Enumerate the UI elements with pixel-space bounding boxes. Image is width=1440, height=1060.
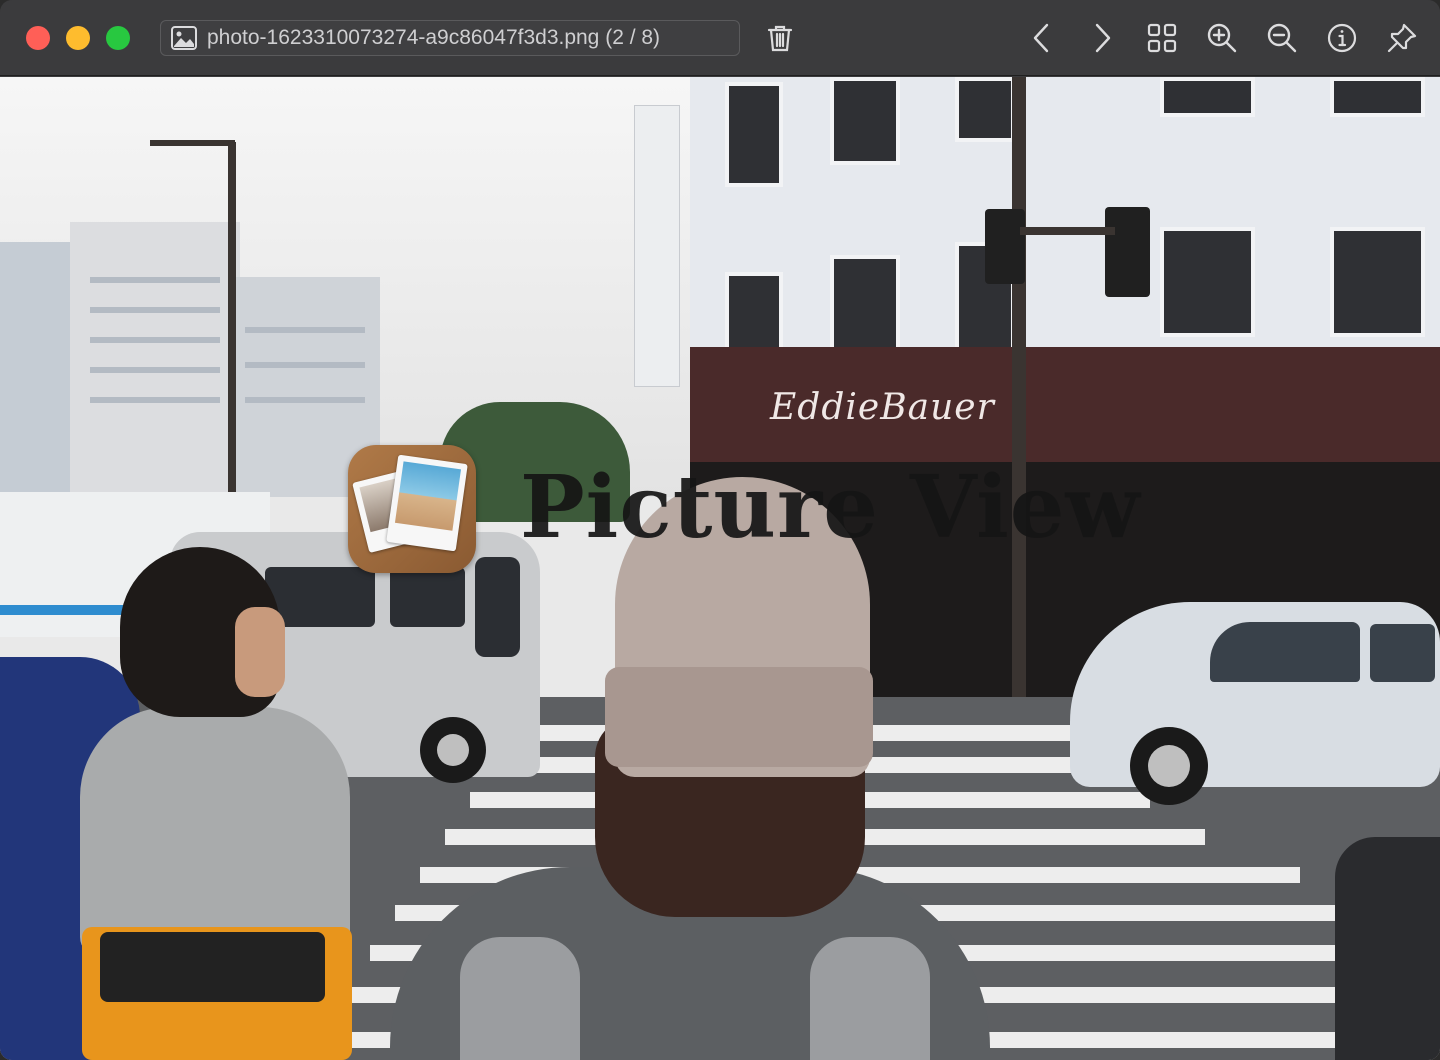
photo-canvas[interactable]: EddieBauer Picture View (0, 77, 1440, 1060)
traffic-pole (1012, 77, 1026, 707)
building-window (1160, 227, 1255, 337)
delete-button[interactable] (760, 20, 800, 56)
building-window (245, 327, 365, 333)
building-window (90, 307, 220, 313)
info-icon (1327, 23, 1357, 53)
building-window (245, 397, 365, 403)
filename-label: photo-1623310073274-a9c86047f3d3.png (2 … (207, 26, 661, 49)
thumbnail-grid-button[interactable] (1142, 20, 1182, 56)
van-window (390, 567, 465, 627)
building-window (830, 77, 900, 165)
white-car (1070, 602, 1440, 787)
traffic-light (985, 209, 1025, 284)
zoom-out-button[interactable] (1262, 20, 1302, 56)
previous-image-button[interactable] (1022, 20, 1062, 56)
car-hub (1148, 745, 1190, 787)
trash-icon (767, 25, 793, 52)
car-window (1210, 622, 1360, 682)
traffic-light (1105, 207, 1150, 297)
chevron-left-icon (1033, 23, 1049, 53)
minimize-window-button[interactable] (66, 26, 90, 50)
van-hub (437, 734, 469, 766)
black-car (1335, 837, 1440, 1060)
building-window (90, 367, 220, 373)
street-lamp (150, 140, 235, 146)
building-window (1330, 227, 1425, 337)
store-sign: EddieBauer (770, 387, 995, 428)
zoom-in-icon (1207, 23, 1237, 53)
building-window (90, 337, 220, 343)
next-image-button[interactable] (1082, 20, 1122, 56)
chevron-right-icon (1095, 23, 1111, 53)
app-title-overlay: Picture View (520, 457, 1141, 558)
building-window (90, 277, 220, 283)
building-window (1160, 77, 1255, 117)
app-logo-icon (348, 445, 476, 573)
black-scarf (100, 932, 325, 1002)
backpack-strap (460, 937, 580, 1060)
grid-icon (1147, 23, 1177, 53)
building-window (955, 77, 1015, 142)
info-button[interactable] (1322, 20, 1362, 56)
viewer-window: photo-1623310073274-a9c86047f3d3.png (2 … (0, 0, 1440, 1060)
zoom-in-button[interactable] (1202, 20, 1242, 56)
van-window (475, 557, 520, 657)
person-grey-hoodie (80, 707, 350, 957)
vertical-sign (634, 105, 680, 387)
pin-icon (1387, 23, 1417, 53)
maximize-window-button[interactable] (106, 26, 130, 50)
building-window (90, 397, 220, 403)
title-bar[interactable]: photo-1623310073274-a9c86047f3d3.png (2 … (0, 0, 1440, 76)
pin-window-button[interactable] (1382, 20, 1422, 56)
backpack-strap (810, 937, 930, 1060)
building-window (245, 362, 365, 368)
truck-stripe (0, 605, 130, 615)
office-building (690, 77, 1440, 352)
street-lamp (228, 142, 236, 502)
building-window (1330, 77, 1425, 117)
person-face (235, 607, 285, 697)
traffic-arm (1020, 227, 1115, 235)
zoom-out-icon (1267, 23, 1297, 53)
building-window (725, 82, 783, 187)
filename-field[interactable]: photo-1623310073274-a9c86047f3d3.png (2 … (160, 20, 740, 56)
close-window-button[interactable] (26, 26, 50, 50)
polaroid-front (386, 454, 468, 552)
image-file-icon (171, 26, 197, 50)
beanie-cuff (605, 667, 873, 767)
car-window (1370, 624, 1435, 682)
